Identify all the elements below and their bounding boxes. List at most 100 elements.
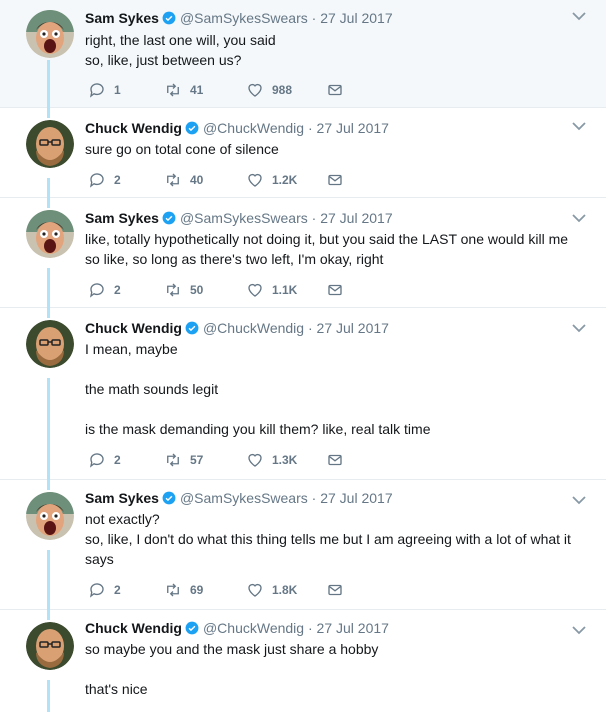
tweet-line — [85, 399, 590, 419]
reply-count: 2 — [114, 583, 121, 597]
tweet[interactable]: Chuck Wendig @ChuckWendig · 27 Jul 2017 I… — [0, 308, 606, 480]
tweet-line: so maybe you and the mask just share a h… — [85, 641, 379, 657]
retweet-button[interactable]: 50 — [164, 281, 203, 299]
retweet-button[interactable]: 57 — [164, 451, 203, 469]
tweet-date[interactable]: 27 Jul 2017 — [320, 210, 392, 226]
reply-button[interactable]: 2 — [88, 281, 121, 299]
thread-line — [47, 108, 50, 118]
retweet-icon — [167, 283, 179, 297]
avatar-sam-sykes[interactable] — [26, 210, 74, 258]
reply-count: 2 — [114, 173, 121, 187]
author-handle[interactable]: @ChuckWendig — [203, 620, 304, 636]
tweet-date[interactable]: 27 Jul 2017 — [320, 10, 392, 26]
reply-count: 1 — [114, 83, 121, 97]
direct-message-button[interactable] — [326, 81, 344, 99]
reply-button[interactable]: 2 — [88, 451, 121, 469]
tweet-text: sure go on total cone of silence — [85, 139, 590, 159]
author-name[interactable]: Chuck Wendig — [85, 320, 182, 336]
avatar-chuck-wendig[interactable] — [26, 320, 74, 368]
tweet-text: not exactly? so, like, I don't do what t… — [85, 509, 590, 569]
reply-icon — [89, 453, 104, 468]
tweet-line: that's nice — [85, 681, 148, 697]
like-button[interactable]: 1.2K — [246, 171, 297, 189]
author-name[interactable]: Sam Sykes — [85, 210, 159, 226]
tweet-date[interactable]: 27 Jul 2017 — [320, 490, 392, 506]
retweet-count: 50 — [190, 283, 204, 297]
reply-icon — [89, 583, 104, 598]
tweet-header: Chuck Wendig @ChuckWendig · 27 Jul 2017 — [85, 119, 389, 137]
chevron-down-icon[interactable] — [572, 323, 586, 333]
tweet-date[interactable]: 27 Jul 2017 — [317, 320, 389, 336]
direct-message-button[interactable] — [326, 281, 344, 299]
retweet-button[interactable]: 69 — [164, 581, 203, 599]
separator-dot: · — [307, 320, 313, 336]
author-handle[interactable]: @SamSykesSwears — [180, 490, 308, 506]
reply-button[interactable]: 2 — [88, 171, 121, 189]
tweet[interactable]: Sam Sykes @SamSykesSwears · 27 Jul 2017 n… — [0, 480, 606, 610]
direct-message-button[interactable] — [326, 581, 344, 599]
heart-icon — [248, 83, 262, 97]
envelope-icon — [328, 284, 342, 296]
envelope-icon — [328, 584, 342, 596]
retweet-button[interactable]: 40 — [164, 171, 203, 189]
avatar-sam-sykes[interactable] — [26, 492, 74, 540]
tweet-text: so maybe you and the mask just share a h… — [85, 639, 590, 699]
direct-message-button[interactable] — [326, 451, 344, 469]
tweet[interactable]: Sam Sykes @SamSykesSwears · 27 Jul 2017 l… — [0, 198, 606, 308]
tweet[interactable]: Chuck Wendig @ChuckWendig · 27 Jul 2017 s… — [0, 108, 606, 198]
retweet-count: 69 — [190, 583, 204, 597]
like-button[interactable]: 1.1K — [246, 281, 297, 299]
avatar-chuck-wendig[interactable] — [26, 622, 74, 670]
thread-line — [47, 378, 50, 480]
tweet-line: says — [85, 551, 114, 567]
like-button[interactable]: 1.3K — [246, 451, 297, 469]
retweet-button[interactable]: 41 — [164, 81, 203, 99]
tweet-line: sure go on total cone of silence — [85, 141, 279, 157]
author-handle[interactable]: @ChuckWendig — [203, 120, 304, 136]
verified-badge-icon — [162, 211, 176, 225]
author-handle[interactable]: @SamSykesSwears — [180, 10, 308, 26]
retweet-icon — [167, 173, 179, 187]
separator-dot: · — [311, 490, 317, 506]
tweet-date[interactable]: 27 Jul 2017 — [317, 620, 389, 636]
author-name[interactable]: Sam Sykes — [85, 490, 159, 506]
author-handle[interactable]: @ChuckWendig — [203, 320, 304, 336]
author-name[interactable]: Chuck Wendig — [85, 120, 182, 136]
chevron-down-icon[interactable] — [572, 11, 586, 21]
like-count: 988 — [272, 83, 293, 97]
like-button[interactable]: 988 — [246, 81, 292, 99]
verified-badge-icon — [185, 321, 199, 335]
thread-line — [47, 680, 50, 712]
tweet-line: is the mask demanding you kill them? lik… — [85, 421, 431, 437]
thread-line — [47, 550, 50, 610]
reply-button[interactable]: 2 — [88, 581, 121, 599]
chevron-down-icon[interactable] — [572, 495, 586, 505]
verified-badge-icon — [185, 121, 199, 135]
tweet-text: right, the last one will, you said so, l… — [85, 30, 590, 70]
tweet-line: so, like, just between us? — [85, 52, 242, 68]
retweet-count: 40 — [190, 173, 204, 187]
tweet-date[interactable]: 27 Jul 2017 — [317, 120, 389, 136]
chevron-down-icon[interactable] — [572, 121, 586, 131]
tweet-header: Chuck Wendig @ChuckWendig · 27 Jul 2017 — [85, 619, 389, 637]
tweet[interactable]: Sam Sykes @SamSykesSwears · 27 Jul 2017 r… — [0, 0, 606, 108]
author-name[interactable]: Chuck Wendig — [85, 620, 182, 636]
avatar-sam-sykes[interactable] — [26, 10, 74, 58]
author-name[interactable]: Sam Sykes — [85, 10, 159, 26]
like-button[interactable]: 1.8K — [246, 581, 297, 599]
reply-icon — [89, 283, 104, 298]
tweet-line: not exactly? — [85, 511, 160, 527]
tweet[interactable]: Chuck Wendig @ChuckWendig · 27 Jul 2017 s… — [0, 610, 606, 712]
tweet-line: so, like, I don't do what this thing tel… — [85, 531, 571, 547]
direct-message-button[interactable] — [326, 171, 344, 189]
avatar-chuck-wendig[interactable] — [26, 120, 74, 168]
tweet-line: so like, so long as there's two left, I'… — [85, 251, 384, 267]
thread-line — [47, 198, 50, 208]
retweet-icon — [167, 453, 179, 467]
author-handle[interactable]: @SamSykesSwears — [180, 210, 308, 226]
heart-icon — [248, 453, 262, 467]
reply-button[interactable]: 1 — [88, 81, 121, 99]
chevron-down-icon[interactable] — [572, 625, 586, 635]
tweet-line: the math sounds legit — [85, 381, 219, 397]
chevron-down-icon[interactable] — [572, 213, 586, 223]
